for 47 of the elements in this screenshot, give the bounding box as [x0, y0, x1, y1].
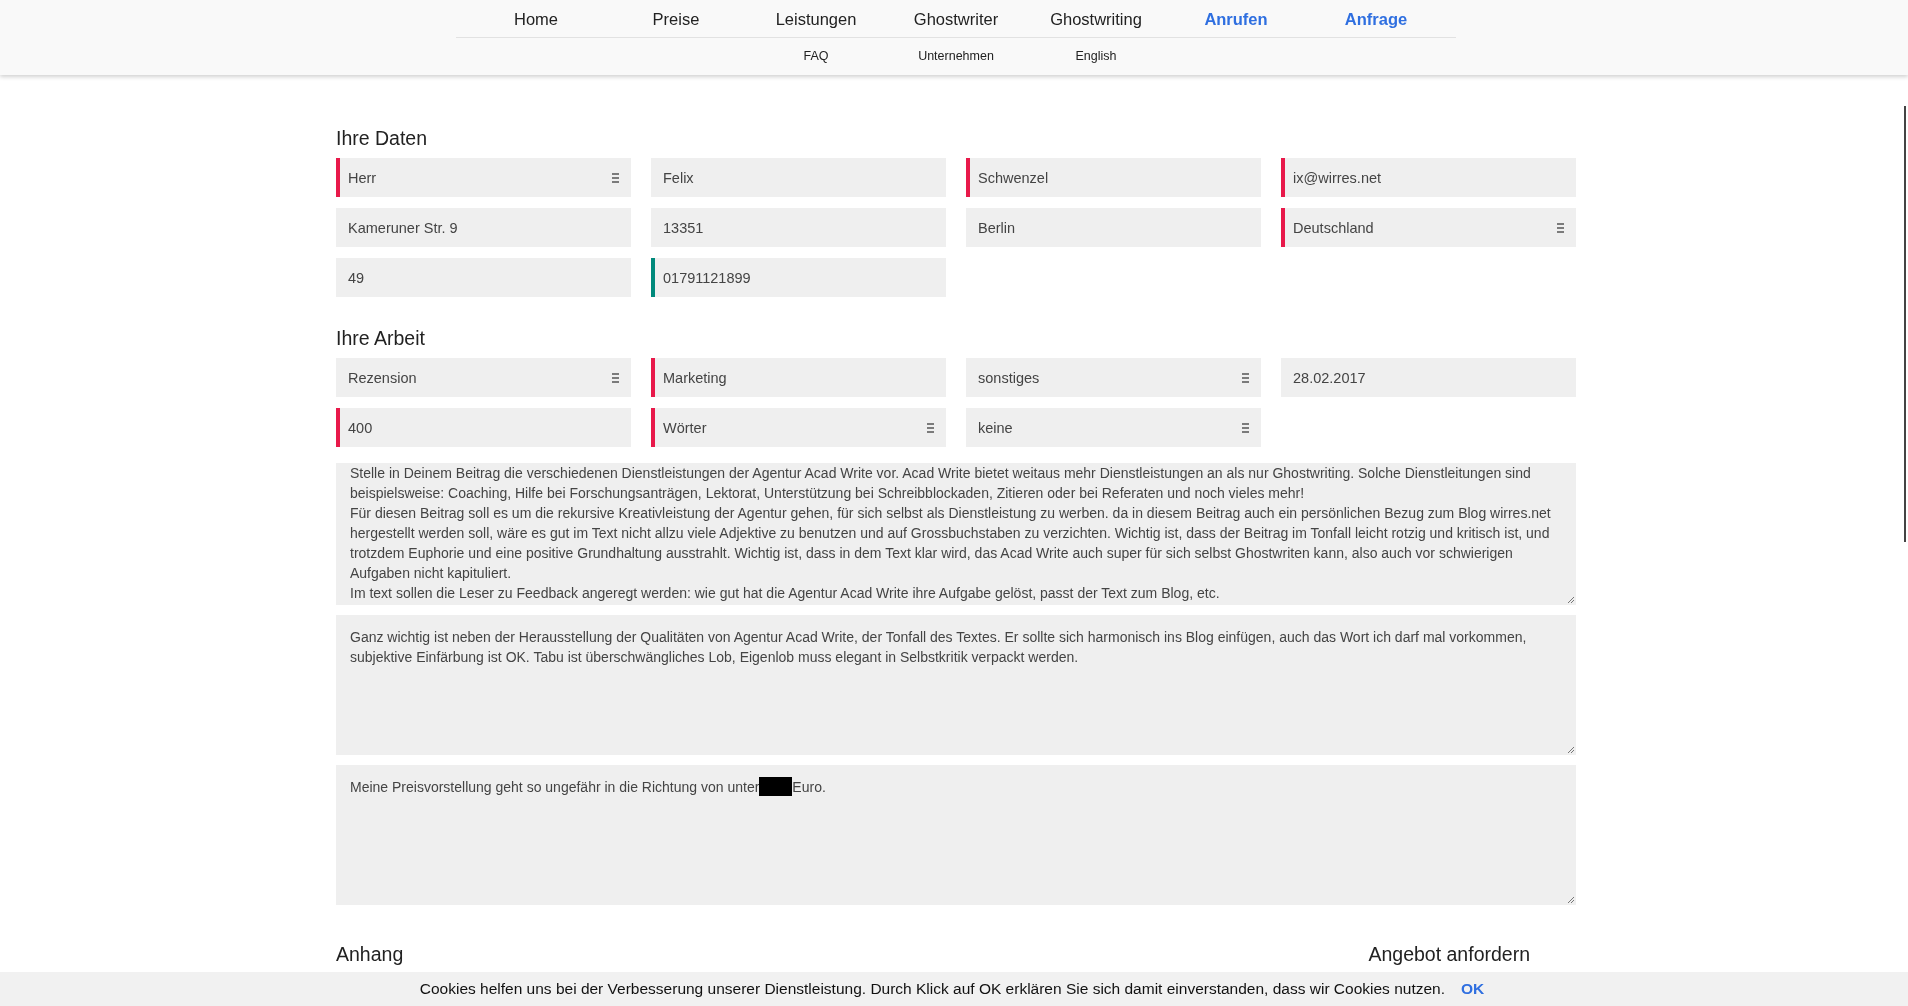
text-area[interactable]: Stelle in Deinem Beitrag die verschiedenen Dienstleistungen der Agentur Acad Write vor. Acad Write bietet weitaus mehr Dienstleistungen an als nur Ghostwriting. Solche Dienstleitungen sind beispielsweise: Coaching, Hilfe bei Forschungsanträgen, Lektorat, Unterstützung bei Schreibblockaden, Zitieren oder bei Referaten und noch vieles mehr! Für diesen Beitrag soll es um die rekursive Kreativleistung der Agentur gehen, für sich selbst als Dienstleistung zu werben. da in diesem Beitrag auch ein persönlichen Bezug zum Blog wirres.net hergestellt werden soll, wäre es gut im Text nicht allzu viele Adjektive zu benutzen und auf Grossbuchstaben zu verzichten. Wichtig ist, dass der Beitrag im Tonfall leicht rotzig und kritisch ist, und trotzdem Euphorie und eine positive Grundhaltung ausstrahlt. Wichtig ist, dass in dem Text klar wird, das Acad Write auch super für sich selbst Ghostwriten kann, also auch vor schwierigen Aufgaben nicht kapituliert. Im text sollen die Leser zu Feedback angeregt werden: wie gut hat die Agentur Acad Write ihre Aufgabe gelöst, passt der Text zum Blog, etc.: [336, 463, 1576, 605]
input-field[interactable]: 400: [336, 408, 631, 447]
nav-link[interactable]: Ghostwriter: [886, 8, 1026, 29]
input-field[interactable]: 13351: [651, 208, 946, 247]
nav-link[interactable]: Unternehmen: [886, 49, 1026, 63]
input-field[interactable]: ix@wirres.net: [1281, 158, 1576, 197]
text-area[interactable]: Meine Preisvorstellung geht so ungefähr in die Richtung von unter Euro.: [336, 765, 1576, 905]
select-field[interactable]: sonstiges: [966, 358, 1261, 397]
section-heading: Angebot anfordern: [1368, 943, 1530, 966]
select-field[interactable]: Deutschland: [1281, 208, 1576, 247]
nav-link[interactable]: Home: [466, 8, 606, 29]
resize-grip-icon[interactable]: [1567, 596, 1574, 603]
section-heading: Ihre Arbeit: [336, 327, 426, 350]
input-field[interactable]: Felix: [651, 158, 946, 197]
nav-link[interactable]: Preise: [606, 8, 746, 29]
resize-grip-icon[interactable]: [1567, 896, 1574, 903]
ok-button[interactable]: OK: [1457, 978, 1489, 1000]
select-field[interactable]: keine: [966, 408, 1261, 447]
nav-link[interactable]: English: [1026, 49, 1166, 63]
input-field[interactable]: 28.02.2017: [1281, 358, 1576, 397]
nav-link[interactable]: Anrufen: [1166, 8, 1306, 29]
text-area[interactable]: Ganz wichtig ist neben der Herausstellung der Qualitäten von Agentur Acad Write, der Tonfall des Textes. Er sollte sich harmonisch ins Blog einfügen, auch das Wort ich darf mal vorkommen, subjektive Einfärbung ist OK. Tabu ist überschwängliches Lob, Eigenlob muss elegant in Selbstkritik verpackt werden.: [336, 615, 1576, 755]
menu-icon: [612, 172, 619, 183]
select-field[interactable]: Wörter: [651, 408, 946, 447]
nav-link[interactable]: Anfrage: [1306, 8, 1446, 29]
menu-icon: [1242, 372, 1249, 383]
input-field[interactable]: 01791121899: [651, 258, 946, 297]
nav-link[interactable]: Ghostwriting: [1026, 8, 1166, 29]
section-heading: Anhang: [336, 943, 404, 966]
input-field[interactable]: Kameruner Str. 9: [336, 208, 631, 247]
nav-link[interactable]: FAQ: [746, 49, 886, 63]
input-field[interactable]: Berlin: [966, 208, 1261, 247]
cookie-text: Cookies helfen uns bei der Verbesserung unserer Dienstleistung. Durch Klick auf OK erklären Sie sich damit einverstanden, dass wir Cookies nutzen.: [419, 980, 1445, 998]
resize-grip-icon[interactable]: [1567, 746, 1574, 753]
scrollbar-thumb[interactable]: [1904, 106, 1906, 542]
input-field[interactable]: 49: [336, 258, 631, 297]
select-field[interactable]: Herr: [336, 158, 631, 197]
menu-icon: [612, 372, 619, 383]
menu-icon: [927, 422, 934, 433]
menu-icon: [1242, 422, 1249, 433]
input-field[interactable]: Schwenzel: [966, 158, 1261, 197]
select-field[interactable]: Rezension: [336, 358, 631, 397]
menu-icon: [1557, 222, 1564, 233]
input-field[interactable]: Marketing: [651, 358, 946, 397]
redaction-block: [759, 777, 793, 796]
section-heading: Ihre Daten: [336, 127, 429, 150]
nav-link[interactable]: Leistungen: [746, 8, 886, 29]
